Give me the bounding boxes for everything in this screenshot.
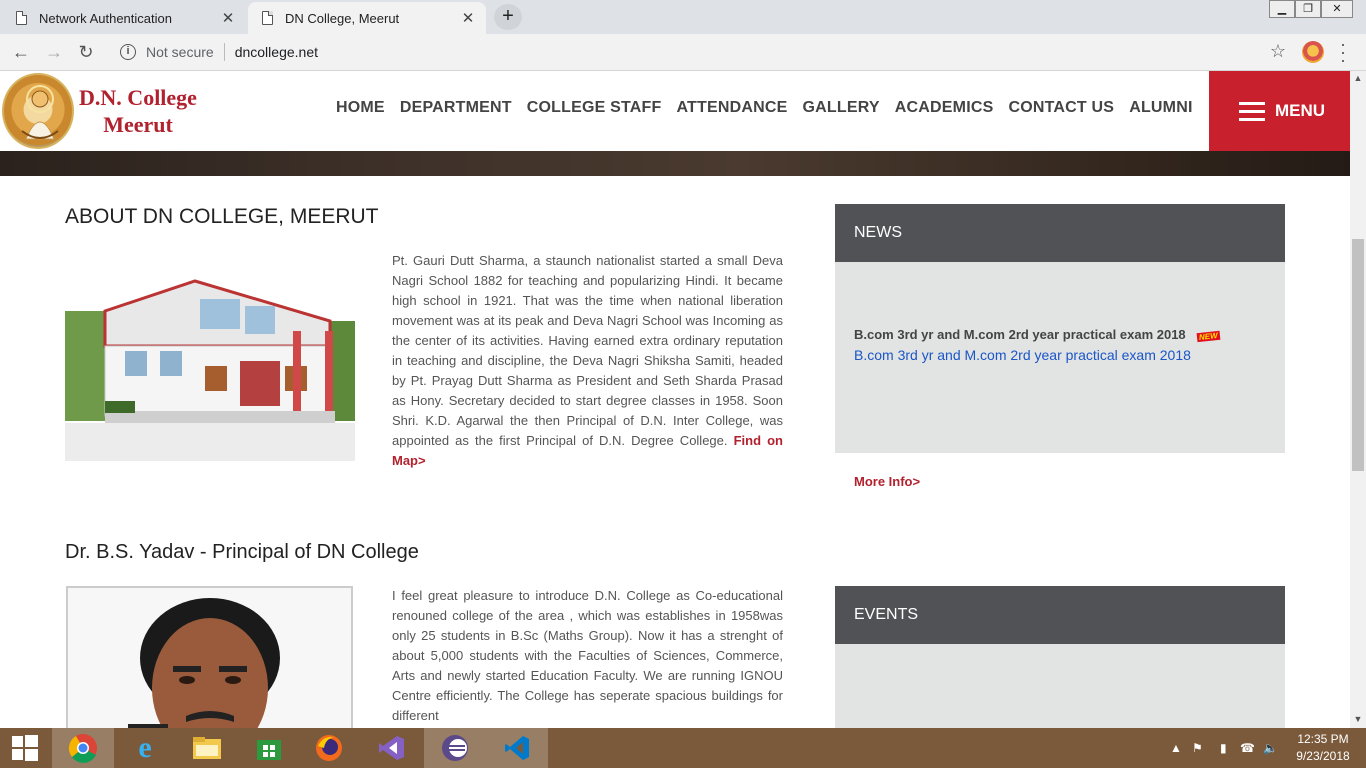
nav-academics[interactable]: ACADEMICS xyxy=(895,99,994,117)
main-navigation: HOME DEPARTMENT COLLEGE STAFF ATTENDANCE… xyxy=(336,99,1208,117)
about-heading: ABOUT DN COLLEGE, MEERUT xyxy=(65,205,379,228)
eclipse-taskbar-button[interactable] xyxy=(424,728,486,768)
nav-attendance[interactable]: ATTENDANCE xyxy=(676,99,787,117)
about-text: Pt. Gauri Dutt Sharma, a staunch nationa… xyxy=(392,253,783,448)
tab-title: Network Authentication xyxy=(39,10,172,26)
goddess-emblem-icon xyxy=(21,85,59,140)
show-hidden-icons[interactable]: ▲ xyxy=(1170,728,1182,768)
menu-label: MENU xyxy=(1275,101,1326,120)
logo-line-2: Meerut xyxy=(103,112,173,137)
logo-line-1: D.N. College xyxy=(79,85,197,110)
address-bar[interactable]: i Not secure dncollege.net ☆ xyxy=(106,37,1292,67)
close-window-button[interactable]: ✕ xyxy=(1321,0,1353,18)
nav-department[interactable]: DEPARTMENT xyxy=(400,99,512,117)
tab-title: DN College, Meerut xyxy=(285,10,400,26)
visual-studio-taskbar-button[interactable] xyxy=(360,728,422,768)
nav-gallery[interactable]: GALLERY xyxy=(803,99,880,117)
news-item-link[interactable]: B.com 3rd yr and M.com 2rd year practica… xyxy=(854,347,1191,363)
page-scrollbar[interactable]: ▲ ▼ xyxy=(1350,71,1366,728)
tab-dn-college[interactable]: DN College, Meerut ✕ xyxy=(248,2,486,34)
back-button[interactable]: ← xyxy=(9,40,33,64)
folder-icon xyxy=(193,737,221,759)
store-icon xyxy=(257,740,281,760)
action-center-flag-icon[interactable]: ⚑ xyxy=(1192,728,1203,768)
events-panel-header: EVENTS xyxy=(835,586,1285,644)
volume-icon[interactable]: 🔈 xyxy=(1263,728,1278,768)
scroll-down-icon[interactable]: ▼ xyxy=(1350,714,1366,724)
divider xyxy=(223,43,225,61)
clock-time: 12:35 PM xyxy=(1297,732,1349,746)
firefox-icon xyxy=(316,735,342,761)
windows-start-button[interactable] xyxy=(0,728,50,768)
new-badge-icon: NEW xyxy=(1196,330,1221,343)
events-panel-body xyxy=(835,644,1285,728)
battery-icon[interactable]: ▮ xyxy=(1220,728,1227,768)
new-tab-button[interactable]: + xyxy=(494,4,522,30)
chrome-taskbar-button[interactable] xyxy=(52,728,114,768)
about-paragraph: Pt. Gauri Dutt Sharma, a staunch nationa… xyxy=(392,251,783,471)
nav-college-staff[interactable]: COLLEGE STAFF xyxy=(527,99,662,117)
close-icon[interactable]: ✕ xyxy=(220,9,236,27)
nav-contact-us[interactable]: CONTACT US xyxy=(1008,99,1114,117)
close-icon[interactable]: ✕ xyxy=(460,9,476,27)
network-icon[interactable]: ☎ xyxy=(1240,728,1255,768)
info-icon[interactable]: i xyxy=(120,44,136,60)
internet-explorer-taskbar-button[interactable]: e xyxy=(114,728,176,768)
nav-home[interactable]: HOME xyxy=(336,99,385,117)
restore-button[interactable]: ❐ xyxy=(1295,0,1321,18)
college-logo-text[interactable]: D.N. College Meerut xyxy=(78,84,198,138)
browser-tab-strip: Network Authentication ✕ DN College, Mee… xyxy=(0,0,1366,34)
principal-photo xyxy=(66,586,353,728)
store-taskbar-button[interactable] xyxy=(238,728,300,768)
profile-avatar[interactable] xyxy=(1302,41,1324,63)
principal-heading: Dr. B.S. Yadav - Principal of DN College xyxy=(65,541,419,563)
news-panel-body: B.com 3rd yr and M.com 2rd year practica… xyxy=(835,262,1285,453)
scroll-up-icon[interactable]: ▲ xyxy=(1350,73,1366,83)
site-header: D.N. College Meerut HOME DEPARTMENT COLL… xyxy=(0,71,1350,151)
visual-studio-icon xyxy=(379,736,404,760)
menu-button[interactable]: MENU xyxy=(1209,71,1350,151)
clock-date: 9/23/2018 xyxy=(1296,749,1350,763)
windows-logo-icon xyxy=(12,735,38,761)
scrollbar-thumb[interactable] xyxy=(1352,239,1364,471)
page-icon xyxy=(16,11,27,25)
news-item-text: B.com 3rd yr and M.com 2rd year practica… xyxy=(854,327,1186,342)
nav-alumni[interactable]: ALUMNI xyxy=(1129,99,1192,117)
windows-taskbar: e ▲ ⚑ ▮ ☎ 🔈 12:35 PM 9/23/2018 xyxy=(0,728,1366,768)
page-icon xyxy=(262,11,273,25)
eclipse-icon xyxy=(442,735,468,761)
hero-banner-strip xyxy=(0,151,1350,176)
more-info-link[interactable]: More Info> xyxy=(854,474,920,489)
hamburger-icon xyxy=(1239,97,1265,126)
college-logo-emblem[interactable] xyxy=(2,73,74,149)
file-explorer-taskbar-button[interactable] xyxy=(176,728,238,768)
vscode-taskbar-button[interactable] xyxy=(486,728,548,768)
firefox-taskbar-button[interactable] xyxy=(298,728,360,768)
chrome-icon xyxy=(68,734,97,763)
tab-network-authentication[interactable]: Network Authentication ✕ xyxy=(2,2,246,34)
security-label: Not secure xyxy=(146,44,214,60)
browser-toolbar: ← → ↻ i Not secure dncollege.net ☆ xyxy=(0,34,1366,71)
more-menu-icon[interactable]: · · · xyxy=(1340,35,1346,69)
news-panel-header: NEWS xyxy=(835,204,1285,262)
minimize-button[interactable]: ▁ xyxy=(1269,0,1295,18)
reload-button[interactable]: ↻ xyxy=(74,40,98,64)
web-page: D.N. College Meerut HOME DEPARTMENT COLL… xyxy=(0,71,1350,728)
system-clock[interactable]: 12:35 PM 9/23/2018 xyxy=(1288,731,1358,765)
principal-paragraph: I feel great pleasure to introduce D.N. … xyxy=(392,588,783,723)
news-item-title: B.com 3rd yr and M.com 2rd year practica… xyxy=(854,327,1221,343)
url-text[interactable]: dncollege.net xyxy=(235,44,318,60)
forward-button[interactable]: → xyxy=(42,40,66,64)
college-building-photo xyxy=(65,251,355,461)
internet-explorer-icon: e xyxy=(138,731,152,764)
bookmark-star-icon[interactable]: ☆ xyxy=(1270,41,1286,62)
vscode-icon xyxy=(505,736,529,760)
